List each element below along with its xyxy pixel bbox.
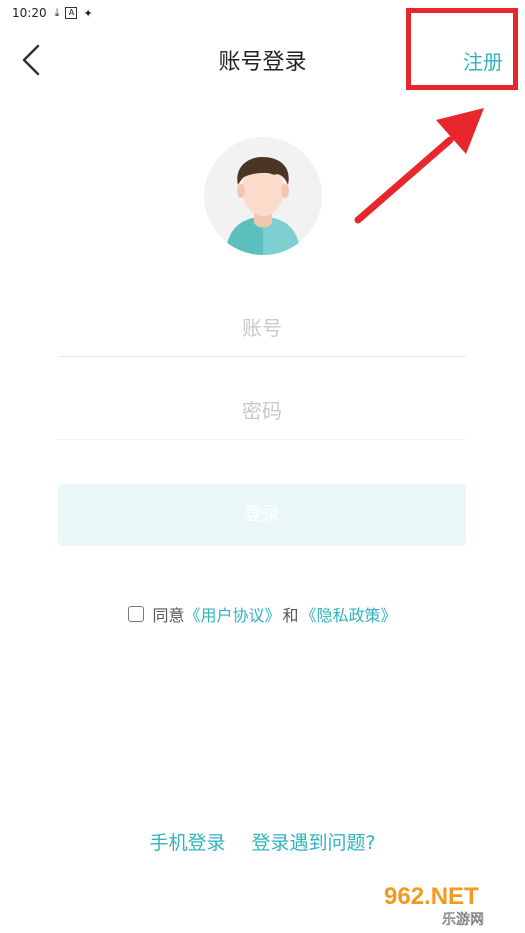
notification-icon: A <box>65 7 78 19</box>
highlight-box <box>406 8 518 90</box>
status-time: 10:20 <box>12 6 47 20</box>
watermark-logo: 962.NET 乐游网 <box>384 883 484 928</box>
agreement-checkbox[interactable] <box>128 606 145 622</box>
watermark-subtitle: 乐游网 <box>442 912 484 928</box>
phone-login-link[interactable]: 手机登录 <box>149 828 225 855</box>
login-button[interactable]: 登录 <box>58 484 466 546</box>
agreement-row: 同意 《用户协议》 和 《隐私政策》 <box>0 602 525 626</box>
user-agreement-link[interactable]: 《用户协议》 <box>184 602 280 626</box>
status-icons: ⤓ A ✦ <box>55 6 93 20</box>
privacy-policy-link[interactable]: 《隐私政策》 <box>301 602 397 626</box>
user-avatar-icon <box>226 157 300 255</box>
login-problem-link[interactable]: 登录遇到问题? <box>251 828 375 855</box>
game-icon: ✦ <box>83 6 93 20</box>
account-input[interactable]: 账号 <box>58 300 466 357</box>
download-icon: ⤓ <box>54 6 60 19</box>
footer-links: 手机登录 登录遇到问题? <box>0 828 525 855</box>
password-input[interactable]: 密码 <box>58 383 466 440</box>
watermark-brand: 962.NET <box>384 883 479 910</box>
agreement-prefix: 同意 <box>152 606 185 625</box>
avatar <box>204 137 322 255</box>
annotation-arrow-icon <box>354 108 484 224</box>
agreement-and: 和 <box>282 606 299 625</box>
